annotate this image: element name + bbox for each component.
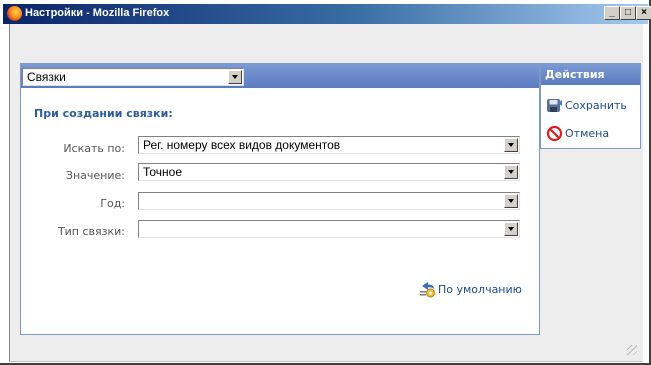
year-label: Год: (100, 197, 125, 210)
match-value-select[interactable]: Точное (138, 163, 520, 181)
close-button[interactable]: × (636, 6, 651, 20)
settings-type-value: Связки (27, 70, 66, 84)
actions-header: Действия (541, 64, 640, 85)
year-select[interactable] (138, 192, 520, 210)
reset-defaults-icon (420, 282, 435, 298)
minimize-button[interactable]: _ (604, 6, 620, 20)
chevron-down-icon[interactable] (504, 165, 518, 179)
browser-window: Настройки - Mozilla Firefox _ □ × Связки… (0, 0, 651, 365)
window-title: Настройки - Mozilla Firefox (25, 7, 170, 19)
maximize-button[interactable]: □ (620, 6, 636, 20)
match-value-label: Значение: (65, 169, 125, 182)
chevron-down-icon[interactable] (228, 70, 242, 84)
cancel-label: Отмена (565, 127, 610, 140)
actions-title: Действия (545, 68, 605, 81)
save-button[interactable]: Сохранить (546, 97, 638, 115)
reset-defaults-label: По умолчанию (438, 283, 522, 296)
search-by-select[interactable]: Рег. номеру всех видов документов (138, 136, 520, 154)
match-value-value: Точное (143, 165, 183, 179)
actions-panel: Действия Сохранить Отмена (540, 63, 641, 149)
section-title: При создании связки: (34, 107, 173, 120)
save-label: Сохранить (565, 99, 627, 112)
settings-panel: Связки При создании связки: Искать по: Р… (20, 63, 540, 335)
link-type-label: Тип связки: (57, 225, 125, 238)
save-icon (547, 99, 562, 112)
title-bar[interactable]: Настройки - Mozilla Firefox _ □ × (3, 4, 651, 24)
chevron-down-icon[interactable] (504, 138, 518, 152)
chevron-down-icon[interactable] (504, 194, 518, 208)
search-by-value: Рег. номеру всех видов документов (143, 138, 341, 152)
search-by-label: Искать по: (63, 142, 125, 155)
resize-grip-icon[interactable] (627, 345, 637, 355)
firefox-icon (7, 6, 22, 21)
chevron-down-icon[interactable] (504, 222, 518, 236)
link-type-select[interactable] (138, 220, 520, 238)
cancel-button[interactable]: Отмена (546, 125, 638, 143)
cancel-icon (546, 125, 563, 142)
panel-header: Связки (21, 64, 539, 88)
settings-type-select[interactable]: Связки (22, 68, 244, 86)
